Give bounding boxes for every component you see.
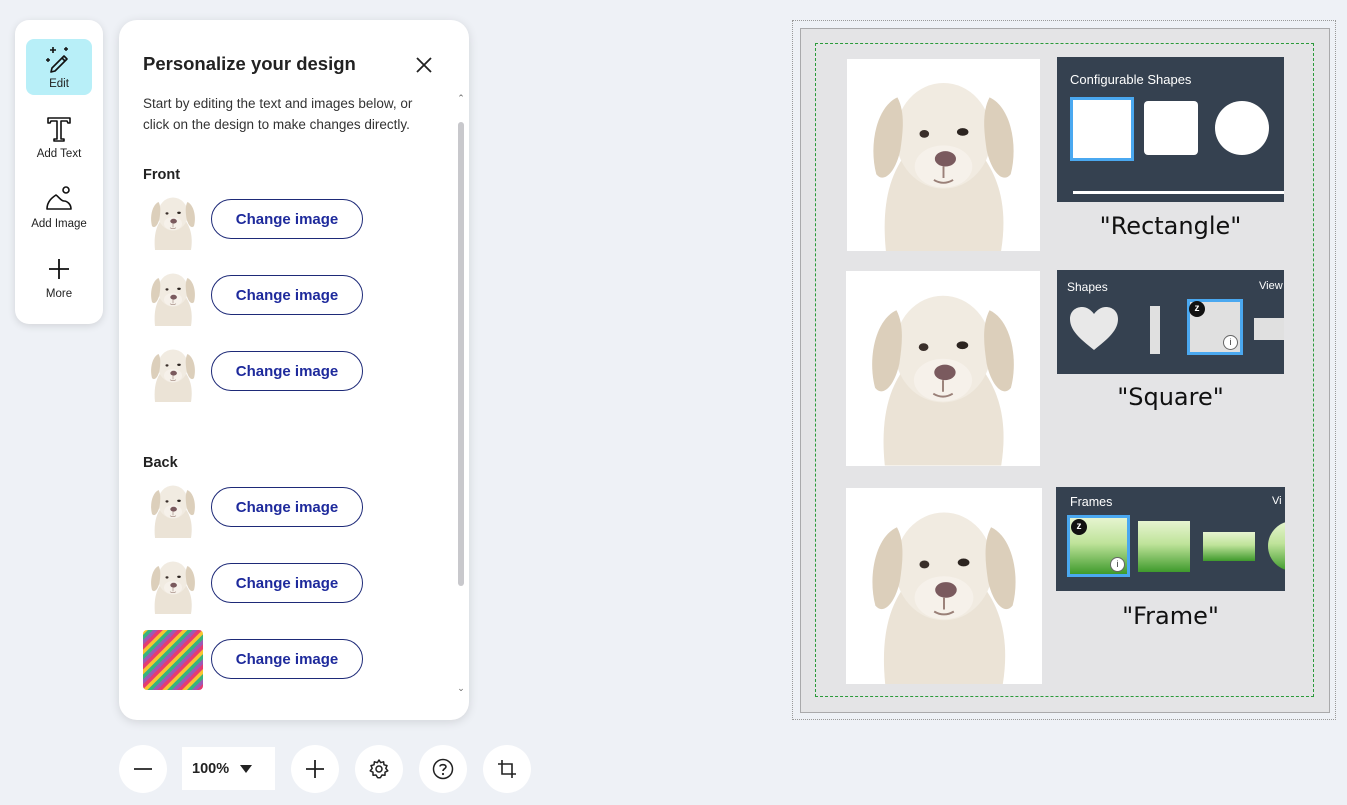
text-t-icon [47,117,71,142]
caption-square[interactable]: "Square" [1057,383,1284,411]
image-mountain-icon [46,186,72,210]
shapes-card[interactable]: Shapes View z i [1057,270,1284,374]
frame-thumb-selected: z i [1067,515,1130,577]
scroll-down-icon[interactable]: ⌄ [457,684,465,693]
tool-add-text[interactable]: Add Text [26,109,92,165]
image-thumbnail[interactable] [143,478,203,538]
change-image-button[interactable]: Change image [211,487,363,527]
zoom-out-icon [134,768,152,770]
zoom-in-button[interactable] [291,745,339,793]
crop-button[interactable] [483,745,531,793]
image-row: Change image [143,478,403,538]
help-question-icon [432,758,454,780]
caret-down-icon [240,764,252,773]
change-image-button[interactable]: Change image [211,275,363,315]
tool-add-image[interactable]: Add Image [26,179,92,235]
frames-card[interactable]: Frames Vi z i [1056,487,1285,591]
image-row: Change image [143,554,403,614]
zoom-value: 100% [192,760,230,777]
close-icon[interactable] [411,52,437,78]
image-thumbnail[interactable] [143,266,203,326]
card-title: Configurable Shapes [1070,72,1192,87]
settings-button[interactable] [355,745,403,793]
section-heading-back: Back [143,455,178,471]
dog-photo[interactable] [846,271,1040,466]
shapes-card[interactable]: Configurable Shapes [1057,57,1284,202]
caption-rectangle[interactable]: "Rectangle" [1057,212,1284,240]
image-thumbnail[interactable] [143,342,203,402]
change-image-button[interactable]: Change image [211,199,363,239]
frame-thumb-circle [1268,521,1285,571]
card-title: Shapes [1067,280,1108,294]
zoom-select[interactable]: 100% [182,747,275,790]
frame-thumb [1138,521,1190,572]
panel-description: Start by editing the text and images bel… [143,96,413,132]
panel-title: Personalize your design [143,53,356,74]
tool-more[interactable]: More [26,249,92,305]
info-icon: i [1223,335,1238,350]
bar-shape [1150,306,1160,354]
caption-frame[interactable]: "Frame" [1056,602,1285,630]
slider-line [1073,191,1284,194]
image-row: Change image [143,630,403,690]
change-image-button[interactable]: Change image [211,639,363,679]
zoom-out-button[interactable] [119,745,167,793]
tool-rail: Edit Add Text Add Image More [15,20,103,324]
wide-rectangle-shape [1254,318,1284,340]
magic-pencil-icon [46,47,68,73]
view-link: Vi [1272,495,1282,507]
info-icon: i [1110,557,1125,572]
z-badge-icon: z [1189,301,1205,317]
scroll-up-icon[interactable]: ⌃ [457,94,465,103]
crop-icon [498,760,516,778]
card-title: Frames [1070,495,1113,509]
tool-add-image-label: Add Image [31,218,87,230]
image-thumbnail[interactable] [143,190,203,250]
plus-icon [49,259,69,279]
help-button[interactable] [419,745,467,793]
image-row: Change image [143,342,403,402]
image-thumbnail-pattern[interactable] [143,630,203,690]
view-link: View [1259,280,1283,292]
image-thumbnail[interactable] [143,554,203,614]
rectangle-shape [1070,97,1134,161]
dog-photo[interactable] [846,488,1042,684]
panel-scrollbar[interactable]: ⌃ ⌄ [457,94,465,696]
rounded-square-shape [1144,101,1198,155]
zoom-in-icon [306,760,324,778]
scrollbar-thumb[interactable] [458,122,464,586]
image-row: Change image [143,266,403,326]
heart-shape-icon [1070,307,1118,350]
settings-gear-icon [369,759,389,779]
tool-edit[interactable]: Edit [26,39,92,95]
image-row: Change image [143,190,403,250]
circle-shape [1215,101,1269,155]
change-image-button[interactable]: Change image [211,351,363,391]
change-image-button[interactable]: Change image [211,563,363,603]
tool-add-text-label: Add Text [36,148,82,160]
square-shape: z i [1187,299,1243,355]
personalize-panel: Personalize your design Start by editing… [119,20,469,720]
tool-edit-label: Edit [49,78,69,90]
frame-thumb [1203,532,1255,561]
section-heading-front: Front [143,167,181,183]
z-badge-icon: z [1071,519,1087,535]
dog-photo[interactable] [847,59,1040,251]
tool-more-label: More [45,288,73,300]
